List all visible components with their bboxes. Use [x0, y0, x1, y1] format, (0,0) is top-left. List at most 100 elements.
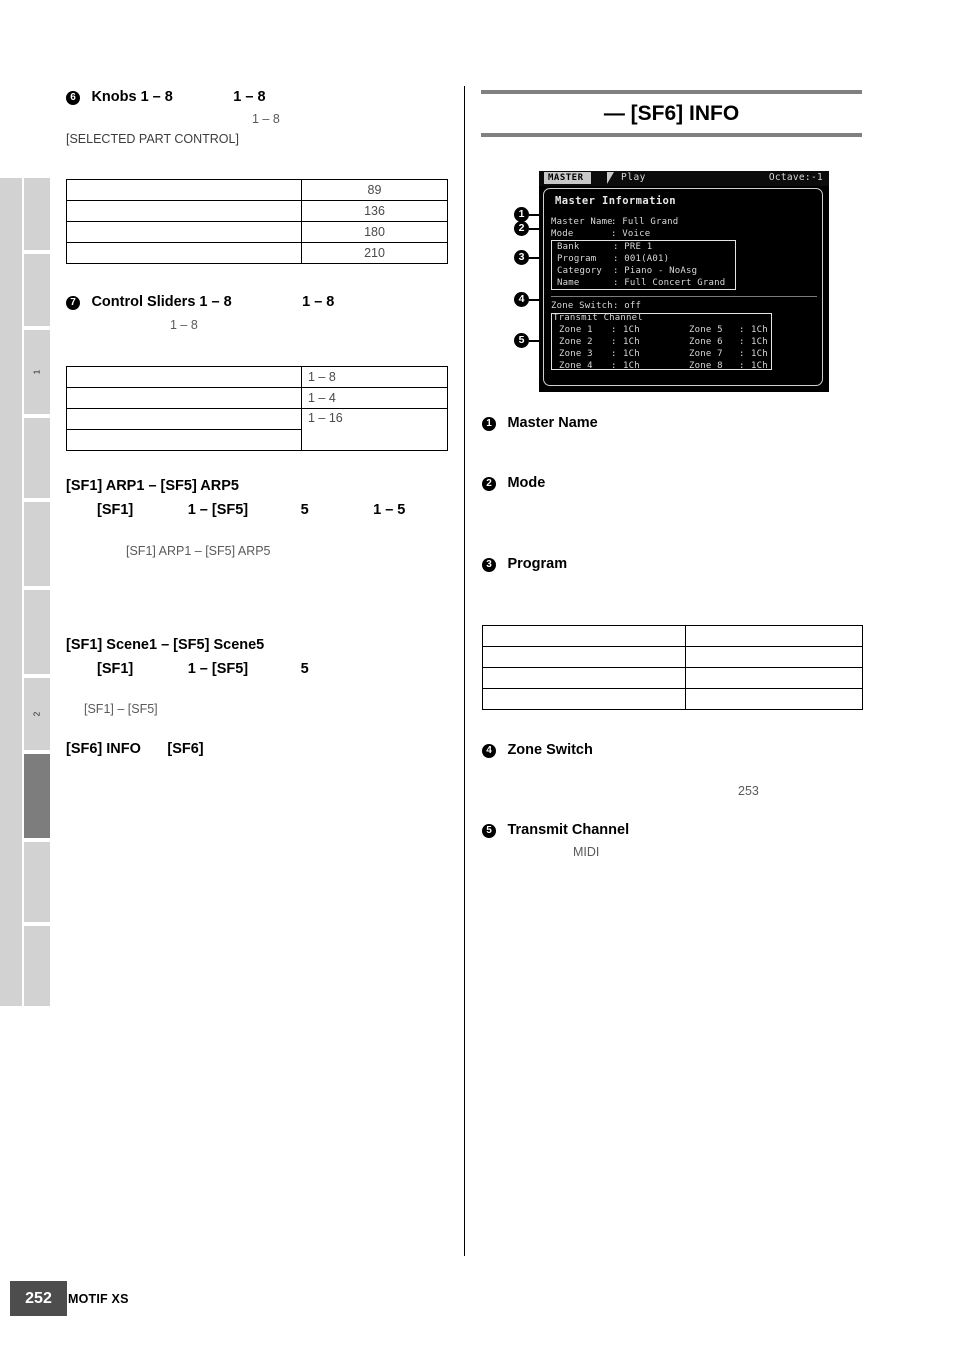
callout-badge-1: 1 — [514, 207, 529, 222]
sidebar-tab-5[interactable] — [24, 502, 50, 586]
table-row: 1 – 16 — [66, 408, 448, 451]
lcd-separator — [551, 296, 817, 297]
sliders-heading-range: 1 – 8 — [302, 294, 335, 310]
section-title: — [SF6] INFO — [603, 102, 740, 125]
sidebar-tab-8-active[interactable] — [24, 754, 50, 838]
table-row — [482, 688, 863, 710]
lcd-screen: MASTER Play Octave:-1 Master Information… — [539, 171, 829, 392]
sliders-sub-range: 1 – 8 — [170, 318, 198, 332]
sf6-info-heading-row: [SF6] INFO [SF6] — [66, 740, 204, 758]
lcd-zone1-label: Zone 1 — [559, 325, 593, 335]
sidebar-tab-2[interactable] — [24, 254, 50, 326]
sidebar-tab-9[interactable] — [24, 842, 50, 922]
knobs-row-label — [66, 242, 302, 264]
knobs-row-value: 180 — [301, 221, 448, 243]
knobs-heading-range: 1 – 8 — [233, 89, 266, 105]
badge-4: 4 — [482, 744, 496, 758]
program-row-right — [685, 625, 863, 647]
program-row-left — [482, 688, 686, 710]
sidebar-tab-10[interactable] — [24, 926, 50, 1006]
arp-note: [SF1] ARP1 – [SF5] ARP5 — [126, 544, 271, 558]
lcd-zone4-label: Zone 4 — [559, 361, 593, 371]
lcd-zone-switch-value: : off — [613, 301, 642, 311]
program-row-left — [482, 646, 686, 668]
table-row: 180 — [66, 221, 448, 243]
badge-3: 3 — [482, 558, 496, 572]
callout-badge-5: 5 — [514, 333, 529, 348]
sidebar-tabs: 1 2 — [0, 178, 52, 1006]
selected-part-control-note: [SELECTED PART CONTROL] — [66, 132, 239, 146]
knobs-sub-range: 1 – 8 — [252, 112, 280, 126]
page-number-box: 252 — [10, 1281, 67, 1316]
table-row — [482, 646, 863, 668]
knobs-row-value: 210 — [301, 242, 448, 264]
sidebar-tab-7[interactable]: 2 — [24, 678, 50, 750]
lcd-zone4-sep: : — [611, 361, 617, 371]
lcd-zone3-value: 1Ch — [623, 349, 640, 359]
callout-badge-4: 4 — [514, 292, 529, 307]
knobs-row-label — [66, 179, 302, 201]
sidebar-tab-label: 2 — [32, 711, 42, 717]
lcd-zone6-value: 1Ch — [751, 337, 768, 347]
lcd-zone5-label: Zone 5 — [689, 325, 723, 335]
knobs-heading-row: 6 Knobs 1 – 8 1 – 8 — [66, 88, 266, 106]
program-table — [482, 625, 863, 710]
knobs-heading: Knobs 1 – 8 — [91, 89, 173, 105]
product-name: MOTIF XS — [68, 1292, 129, 1306]
lcd-mode-chip: MASTER — [544, 172, 591, 184]
lcd-zone7-value: 1Ch — [751, 349, 768, 359]
lcd-zone3-label: Zone 3 — [559, 349, 593, 359]
sidebar-tab-1[interactable] — [24, 178, 50, 250]
lcd-name-value: : Full Concert Grand — [613, 278, 726, 288]
callout-section-1: 1 Master Name — [482, 414, 598, 432]
callout-label-transmit-channel: Transmit Channel — [507, 822, 630, 838]
lcd-zone6-label: Zone 6 — [689, 337, 723, 347]
scene-sub-c: 5 — [300, 661, 309, 677]
lcd-screen-title: Master Information — [555, 195, 676, 207]
lcd-program-label: Program — [557, 254, 597, 264]
knobs-row-label — [66, 200, 302, 222]
arp-heading: [SF1] ARP1 – [SF5] ARP5 — [66, 478, 239, 494]
sliders-row-value: 1 – 16 — [301, 408, 448, 451]
arp-sub-b: 1 – [SF5] — [187, 502, 249, 518]
lcd-zone7-label: Zone 7 — [689, 349, 723, 359]
sliders-heading-row: 7 Control Sliders 1 – 8 1 – 8 — [66, 293, 334, 311]
callout-section-3: 3 Program — [482, 555, 567, 573]
lcd-zone1-value: 1Ch — [623, 325, 640, 335]
callout-badge-2: 2 — [514, 221, 529, 236]
sliders-row-value: 1 – 4 — [301, 387, 448, 409]
arp-sub-c: 5 — [300, 502, 309, 518]
page-number: 252 — [25, 1290, 52, 1307]
table-row: 136 — [66, 200, 448, 222]
lcd-name-label: Name — [557, 278, 580, 288]
callout-label-program: Program — [507, 556, 568, 572]
program-row-right — [685, 688, 863, 710]
badge-2: 2 — [482, 477, 496, 491]
sidebar-tab-6[interactable] — [24, 590, 50, 674]
lcd-master-name-value: : Full Grand — [611, 217, 679, 227]
column-divider — [464, 86, 465, 1256]
callout-badge-3: 3 — [514, 250, 529, 265]
sliders-heading: Control Sliders 1 – 8 — [91, 294, 232, 310]
lcd-zone-switch-label: Zone Switch — [551, 301, 613, 311]
lcd-zone8-value: 1Ch — [751, 361, 768, 371]
scene-heading: [SF1] Scene1 – [SF5] Scene5 — [66, 637, 265, 653]
table-row: 1 – 4 — [66, 387, 448, 409]
sidebar-tab-4[interactable] — [24, 418, 50, 498]
arp-subheading-row: [SF1] 1 – [SF5] 5 1 – 5 — [97, 501, 405, 519]
lcd-play-label: Play — [621, 172, 646, 183]
callout-label-zone-switch: Zone Switch — [507, 742, 593, 758]
table-row: 210 — [66, 242, 448, 264]
lcd-mode-value: : Voice — [611, 229, 651, 239]
transmit-channel-note: MIDI — [573, 845, 600, 859]
scene-subheading-row: [SF1] 1 – [SF5] 5 — [97, 660, 309, 678]
badge-7: 7 — [66, 296, 80, 310]
lcd-transmit-channel-title: Transmit Channel — [553, 313, 643, 323]
sliders-row-value: 1 – 8 — [301, 366, 448, 388]
program-row-left — [482, 667, 686, 689]
sidebar-tab-3[interactable]: 1 — [24, 330, 50, 414]
callout-section-4: 4 Zone Switch — [482, 741, 593, 759]
lcd-master-name-label: Master Name — [551, 217, 613, 227]
lcd-zone4-value: 1Ch — [623, 361, 640, 371]
lcd-zone7-sep: : — [739, 349, 745, 359]
